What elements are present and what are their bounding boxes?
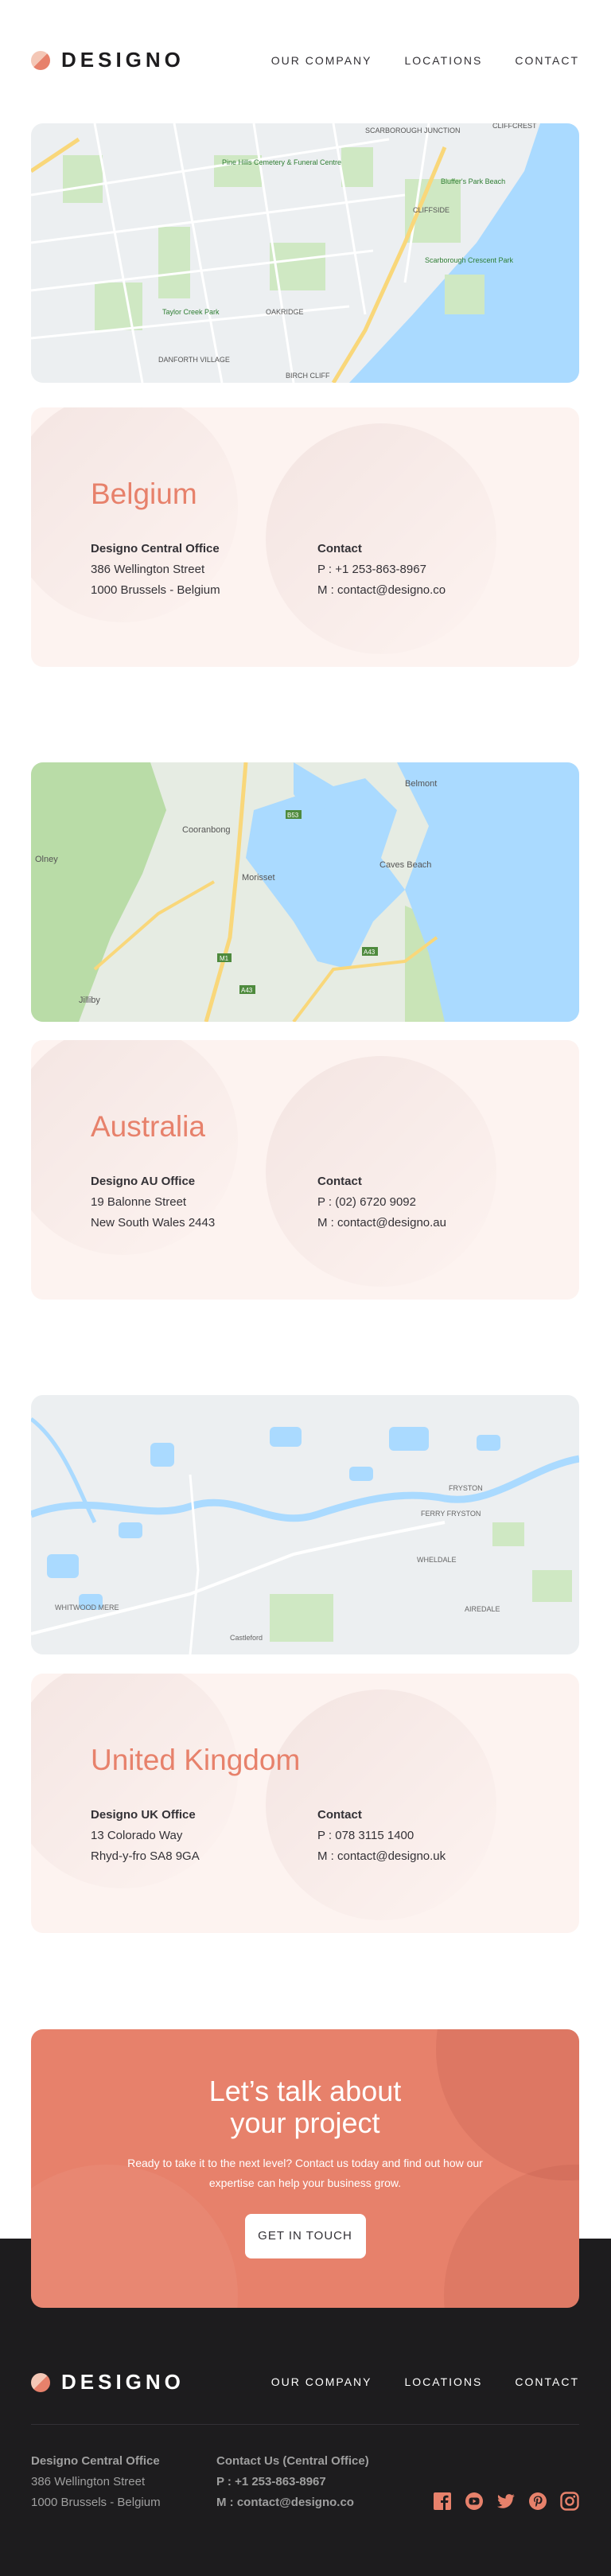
map-label: Jilliby [79, 996, 100, 1005]
map-image: Belmont Cooranbong Morisset Caves Beach … [31, 762, 579, 1022]
map-label: Belmont [405, 779, 437, 789]
location-card-belgium: Belgium Designo Central Office 386 Welli… [31, 407, 579, 667]
youtube-icon[interactable] [465, 2492, 484, 2511]
map-australia[interactable]: Belmont Cooranbong Morisset Caves Beach … [31, 762, 579, 1022]
address-line: Rhyd-y-fro SA8 9GA [91, 1849, 200, 1863]
phone: P : (02) 6720 9092 [317, 1195, 416, 1209]
footer-phone: P : +1 253-863-8967 [216, 2475, 326, 2488]
cta-title-line: Let’s talk about [208, 2075, 402, 2107]
address-line: New South Wales 2443 [91, 1216, 216, 1230]
address-line: 13 Colorado Way [91, 1829, 183, 1842]
map-label: FRYSTON [449, 1484, 483, 1492]
phone: P : +1 253-863-8967 [317, 563, 426, 576]
footer-address: Designo Central Office 386 Wellington St… [31, 2451, 161, 2513]
office-address: Designo Central Office 386 Wellington St… [91, 539, 220, 601]
address-line: 386 Wellington Street [91, 563, 205, 576]
map-label: Castleford [230, 1634, 263, 1642]
main-nav: OUR COMPANY LOCATIONS CONTACT [271, 54, 579, 67]
map-label: Pine Hills Cemetery & Funeral Centre [222, 158, 341, 166]
map-label: DANFORTH VILLAGE [158, 356, 230, 364]
instagram-icon[interactable] [560, 2492, 579, 2511]
office-contact: Contact P : 078 3115 1400 M : contact@de… [317, 1805, 446, 1867]
pinterest-icon[interactable] [528, 2492, 547, 2511]
cta-title-line: your project [230, 2106, 380, 2139]
map-label: CLIFFCREST [492, 123, 537, 130]
cta-banner: Let’s talk about your project Ready to t… [31, 2029, 579, 2308]
office-address: Designo AU Office 19 Balonne Street New … [91, 1171, 215, 1233]
map-label: CLIFFSIDE [413, 206, 449, 214]
office-contact: Contact P : +1 253-863-8967 M : contact@… [317, 539, 446, 601]
logo-mark-icon [31, 2372, 50, 2392]
footer-contact: Contact Us (Central Office) P : +1 253-8… [216, 2451, 369, 2513]
footer-nav-contact[interactable]: CONTACT [515, 2375, 579, 2388]
office-contact: Contact P : (02) 6720 9092 M : contact@d… [317, 1171, 446, 1233]
social-links [433, 2492, 579, 2511]
map-label: BIRCH CLIFF [286, 372, 330, 380]
email[interactable]: M : contact@designo.co [317, 580, 446, 601]
location-country: United Kingdom [91, 1744, 301, 1776]
map-label: AIREDALE [465, 1605, 500, 1613]
map-united-kingdom[interactable]: FERRY FRYSTON FRYSTON WHELDALE AIREDALE … [31, 1395, 579, 1654]
map-belgium[interactable]: SCARBOROUGH JUNCTION CLIFFCREST Pine Hil… [31, 123, 579, 383]
map-label: WHITWOOD MERE [55, 1604, 119, 1611]
footer-office-title: Designo Central Office [31, 2454, 160, 2468]
nav-locations[interactable]: LOCATIONS [405, 54, 483, 67]
map-label: Cooranbong [182, 825, 231, 835]
nav-our-company[interactable]: OUR COMPANY [271, 54, 372, 67]
map-label: Scarborough Crescent Park [425, 256, 514, 264]
office-title: Designo AU Office [91, 1175, 196, 1188]
map-label: Bluffer's Park Beach [441, 177, 505, 185]
site-header: DESIGNO OUR COMPANY LOCATIONS CONTACT [31, 48, 579, 73]
road-shield: B53 [287, 812, 299, 819]
location-card-australia: Australia Designo AU Office 19 Balonne S… [31, 1040, 579, 1300]
location-card-united-kingdom: United Kingdom Designo UK Office 13 Colo… [31, 1674, 579, 1933]
footer-nav-locations[interactable]: LOCATIONS [405, 2375, 483, 2388]
email[interactable]: M : contact@designo.uk [317, 1846, 446, 1867]
map-label: FERRY FRYSTON [421, 1510, 481, 1518]
footer-contact-title: Contact Us (Central Office) [216, 2454, 369, 2468]
map-image: FERRY FRYSTON FRYSTON WHELDALE AIREDALE … [31, 1395, 579, 1654]
map-label: Olney [35, 855, 58, 864]
footer-email[interactable]: M : contact@designo.co [216, 2492, 369, 2513]
contact-title: Contact [317, 1808, 362, 1822]
location-country: Australia [91, 1110, 205, 1143]
office-title: Designo UK Office [91, 1808, 196, 1822]
facebook-icon[interactable] [433, 2492, 452, 2511]
location-country: Belgium [91, 477, 197, 510]
twitter-icon[interactable] [496, 2492, 516, 2511]
footer-logo[interactable]: DESIGNO [31, 2370, 185, 2395]
logo-wordmark: DESIGNO [61, 2370, 185, 2394]
cta-title: Let’s talk about your project [31, 2075, 579, 2139]
map-label: Taylor Creek Park [162, 308, 220, 316]
footer-address-line: 1000 Brussels - Belgium [31, 2496, 161, 2509]
logo[interactable]: DESIGNO [31, 48, 185, 72]
road-shield: M1 [220, 955, 229, 962]
footer-nav-our-company[interactable]: OUR COMPANY [271, 2375, 372, 2388]
cta-text: Ready to take it to the next level? Cont… [127, 2157, 483, 2189]
contact-title: Contact [317, 542, 362, 555]
address-line: 19 Balonne Street [91, 1195, 187, 1209]
footer-divider [31, 2424, 579, 2425]
map-label: WHELDALE [417, 1556, 457, 1564]
logo-wordmark: DESIGNO [61, 48, 185, 72]
office-title: Designo Central Office [91, 542, 220, 555]
logo-mark-icon [31, 50, 50, 70]
map-label: Morisset [242, 873, 275, 883]
phone: P : 078 3115 1400 [317, 1829, 414, 1842]
get-in-touch-button[interactable]: GET IN TOUCH [244, 2214, 366, 2258]
map-label: OAKRIDGE [266, 308, 304, 316]
road-shield: A43 [241, 987, 253, 994]
office-address: Designo UK Office 13 Colorado Way Rhyd-y… [91, 1805, 200, 1867]
nav-contact[interactable]: CONTACT [515, 54, 579, 67]
map-image: SCARBOROUGH JUNCTION CLIFFCREST Pine Hil… [31, 123, 579, 383]
map-label: SCARBOROUGH JUNCTION [365, 127, 461, 134]
email[interactable]: M : contact@designo.au [317, 1213, 446, 1233]
footer-nav: OUR COMPANY LOCATIONS CONTACT [271, 2375, 579, 2388]
address-line: 1000 Brussels - Belgium [91, 583, 220, 597]
road-shield: A43 [364, 949, 376, 956]
contact-title: Contact [317, 1175, 362, 1188]
footer-address-line: 386 Wellington Street [31, 2475, 146, 2488]
map-label: Caves Beach [379, 860, 431, 870]
